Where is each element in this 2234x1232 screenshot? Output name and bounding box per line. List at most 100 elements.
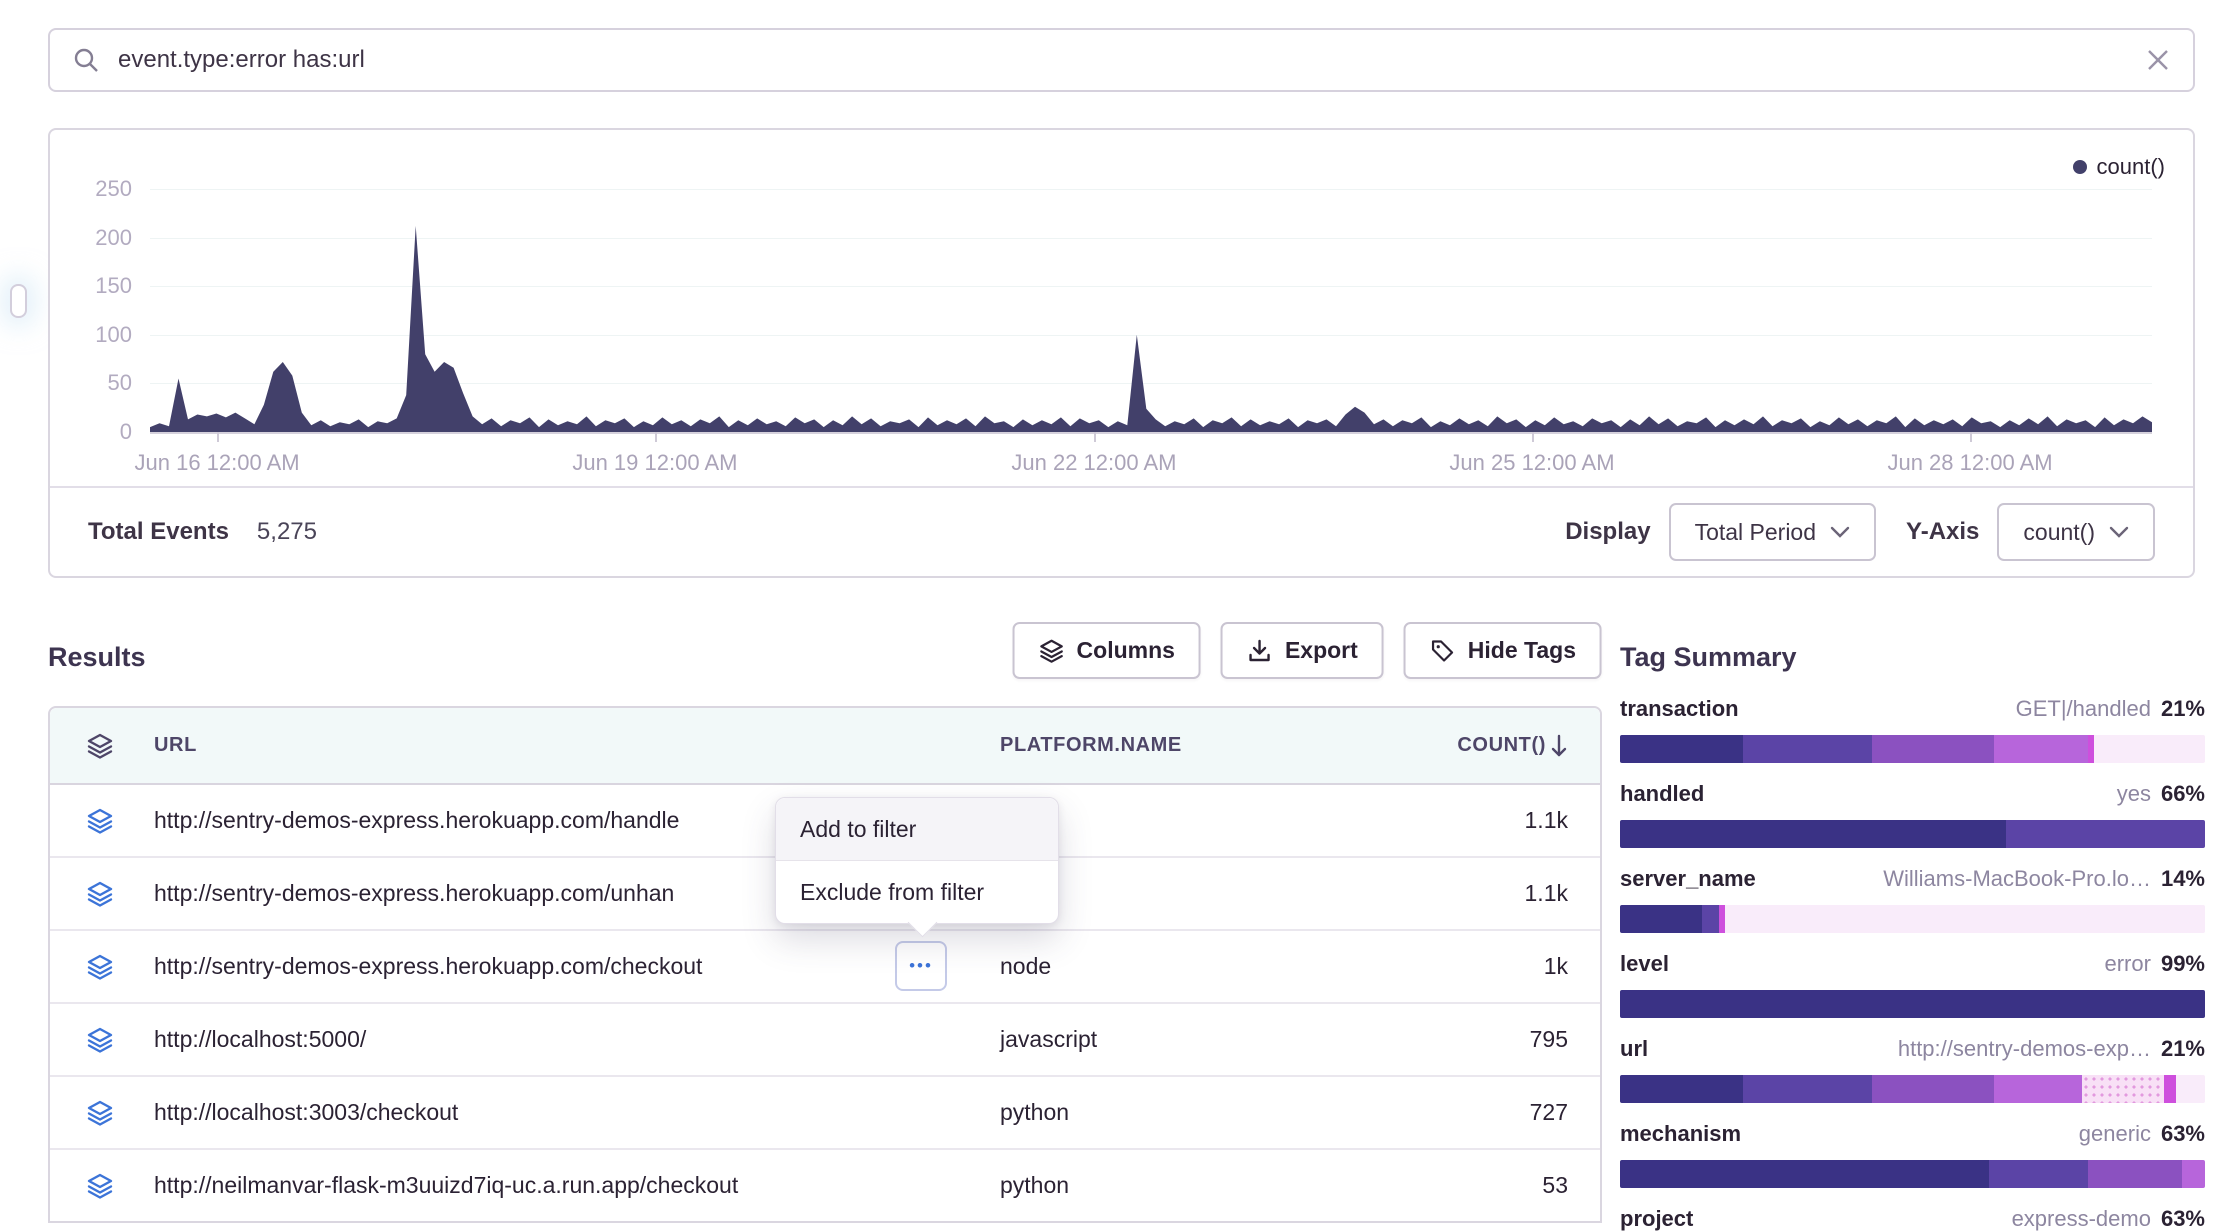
- x-axis-tick-label: Jun 16 12:00 AM: [97, 450, 337, 476]
- tag-bar-segment[interactable]: [2176, 1075, 2205, 1103]
- table-header-row: URL PLATFORM.NAME COUNT(): [50, 708, 1600, 785]
- tag-bar-segment[interactable]: [2182, 1160, 2205, 1188]
- tag-bar-segment[interactable]: [2006, 820, 2205, 848]
- tag-name: handled: [1620, 781, 1704, 807]
- cell-url[interactable]: http://sentry-demos-express.herokuapp.co…: [154, 953, 1000, 980]
- cell-platform[interactable]: node: [1000, 953, 1346, 980]
- sidebar-collapse-handle[interactable]: [10, 284, 27, 318]
- tag-bar-segment[interactable]: [1872, 735, 1995, 763]
- cell-url[interactable]: http://localhost:3003/checkout: [154, 1099, 1000, 1126]
- y-axis-tick-label: 100: [50, 324, 132, 346]
- events-chart-panel: count() 050100150200250Jun 16 12:00 AMJu…: [48, 128, 2195, 578]
- context-menu-item-add-to-filter[interactable]: Add to filter: [776, 798, 1058, 861]
- tag-bar-segment[interactable]: [1872, 1075, 1995, 1103]
- tag-top-value: yes: [2117, 781, 2151, 807]
- cell-count[interactable]: 53: [1346, 1172, 1568, 1199]
- results-toolbar: Columns Export Hide Tags: [1013, 622, 1602, 679]
- chart-legend[interactable]: count(): [2073, 154, 2165, 180]
- cell-count[interactable]: 1.1k: [1346, 880, 1568, 907]
- export-button[interactable]: Export: [1221, 622, 1384, 679]
- x-axis-tick-label: Jun 22 12:00 AM: [974, 450, 1214, 476]
- tag-name: url: [1620, 1036, 1648, 1062]
- cell-platform[interactable]: javascript: [1000, 1026, 1346, 1053]
- tag-top-value: express-demo: [2012, 1206, 2151, 1232]
- tag-bar-segment[interactable]: [1994, 1075, 2082, 1103]
- tag-bar-segment[interactable]: [1620, 1075, 1743, 1103]
- layers-icon: [86, 732, 114, 760]
- tag-bar-segment[interactable]: [1743, 1075, 1872, 1103]
- display-select[interactable]: Total Period: [1669, 503, 1876, 561]
- tag-bar-segment[interactable]: [1994, 735, 2088, 763]
- cell-platform[interactable]: python: [1000, 1099, 1346, 1126]
- tag-entry-level: level error 99%: [1620, 951, 2205, 1018]
- legend-label: count(): [2097, 154, 2165, 180]
- search-input[interactable]: event.type:error has:url: [118, 46, 2145, 74]
- tag-distribution-bar[interactable]: [1620, 905, 2205, 933]
- y-axis-tick-label: 200: [50, 227, 132, 249]
- cell-platform[interactable]: python: [1000, 1172, 1346, 1199]
- cell-count[interactable]: 1k: [1346, 953, 1568, 980]
- yaxis-select-value: count(): [2023, 519, 2095, 546]
- cell-count[interactable]: 1.1k: [1346, 807, 1568, 834]
- cell-count[interactable]: 795: [1346, 1026, 1568, 1053]
- table-row: http://sentry-demos-express.herokuapp.co…: [50, 931, 1600, 1004]
- tag-distribution-bar[interactable]: [1620, 820, 2205, 848]
- x-axis-tick-label: Jun 25 12:00 AM: [1412, 450, 1652, 476]
- tag-percentage: 14%: [2161, 866, 2205, 892]
- sort-desc-icon: [1550, 734, 1568, 758]
- tag-bar-segment[interactable]: [1989, 1160, 2088, 1188]
- yaxis-select[interactable]: count(): [1997, 503, 2155, 561]
- table-row: http://localhost:5000/ javascript 795: [50, 1004, 1600, 1077]
- column-header-platform[interactable]: PLATFORM.NAME: [1000, 734, 1346, 757]
- tag-distribution-bar[interactable]: [1620, 735, 2205, 763]
- tag-bar-segment[interactable]: [1620, 1160, 1989, 1188]
- cell-url[interactable]: http://neilmanvar-flask-m3uuizd7iq-uc.a.…: [154, 1172, 1000, 1199]
- results-table: URL PLATFORM.NAME COUNT() http://sentry-…: [48, 706, 1602, 1223]
- column-header-count[interactable]: COUNT(): [1346, 734, 1568, 758]
- tag-bar-segment[interactable]: [2088, 1160, 2182, 1188]
- tag-distribution-bar[interactable]: [1620, 1160, 2205, 1188]
- tag-top-value: Williams-MacBook-Pro.lo…: [1883, 866, 2151, 892]
- y-axis-tick-label: 50: [50, 372, 132, 394]
- tag-icon: [1430, 638, 1456, 664]
- tag-distribution-bar[interactable]: [1620, 1075, 2205, 1103]
- button-label: Columns: [1077, 637, 1175, 664]
- tag-distribution-bar[interactable]: [1620, 990, 2205, 1018]
- hide-tags-button[interactable]: Hide Tags: [1404, 622, 1602, 679]
- tag-name: project: [1620, 1206, 1693, 1232]
- tag-bar-segment[interactable]: [1743, 735, 1872, 763]
- tag-percentage: 63%: [2161, 1121, 2205, 1147]
- tag-bar-segment[interactable]: [2094, 735, 2205, 763]
- x-axis-tick: [217, 432, 219, 442]
- tag-bar-segment[interactable]: [2164, 1075, 2176, 1103]
- cell-actions-button[interactable]: •••: [895, 941, 947, 991]
- tag-top-value: error: [2105, 951, 2151, 977]
- x-axis-line: [150, 432, 2152, 434]
- tag-bar-segment[interactable]: [1620, 905, 1702, 933]
- tag-percentage: 21%: [2161, 696, 2205, 722]
- tag-bar-segment[interactable]: [1620, 990, 2205, 1018]
- tag-name: transaction: [1620, 696, 1739, 722]
- tag-bar-segment[interactable]: [1620, 735, 1743, 763]
- tag-bar-segment[interactable]: [1620, 820, 2006, 848]
- tag-percentage: 99%: [2161, 951, 2205, 977]
- tag-name: level: [1620, 951, 1669, 977]
- tag-percentage: 66%: [2161, 781, 2205, 807]
- cell-url[interactable]: http://localhost:5000/: [154, 1026, 1000, 1053]
- columns-button[interactable]: Columns: [1013, 622, 1201, 679]
- results-title: Results: [48, 642, 146, 673]
- tag-name: server_name: [1620, 866, 1756, 892]
- layers-icon: [86, 953, 114, 981]
- display-select-value: Total Period: [1695, 519, 1816, 546]
- tag-bar-segment[interactable]: [1725, 905, 2205, 933]
- y-axis-tick-label: 150: [50, 275, 132, 297]
- tag-entry-url: urlhttp://sentry-demos-exp…21%: [1620, 1036, 2205, 1103]
- events-area-chart: [150, 189, 2152, 432]
- cell-count[interactable]: 727: [1346, 1099, 1568, 1126]
- tag-bar-segment[interactable]: [1702, 905, 1720, 933]
- clear-search-icon[interactable]: [2145, 47, 2171, 73]
- search-bar[interactable]: event.type:error has:url: [48, 28, 2195, 92]
- column-header-url[interactable]: URL: [154, 734, 1000, 757]
- tag-bar-segment[interactable]: [2082, 1075, 2164, 1103]
- search-icon: [72, 46, 100, 74]
